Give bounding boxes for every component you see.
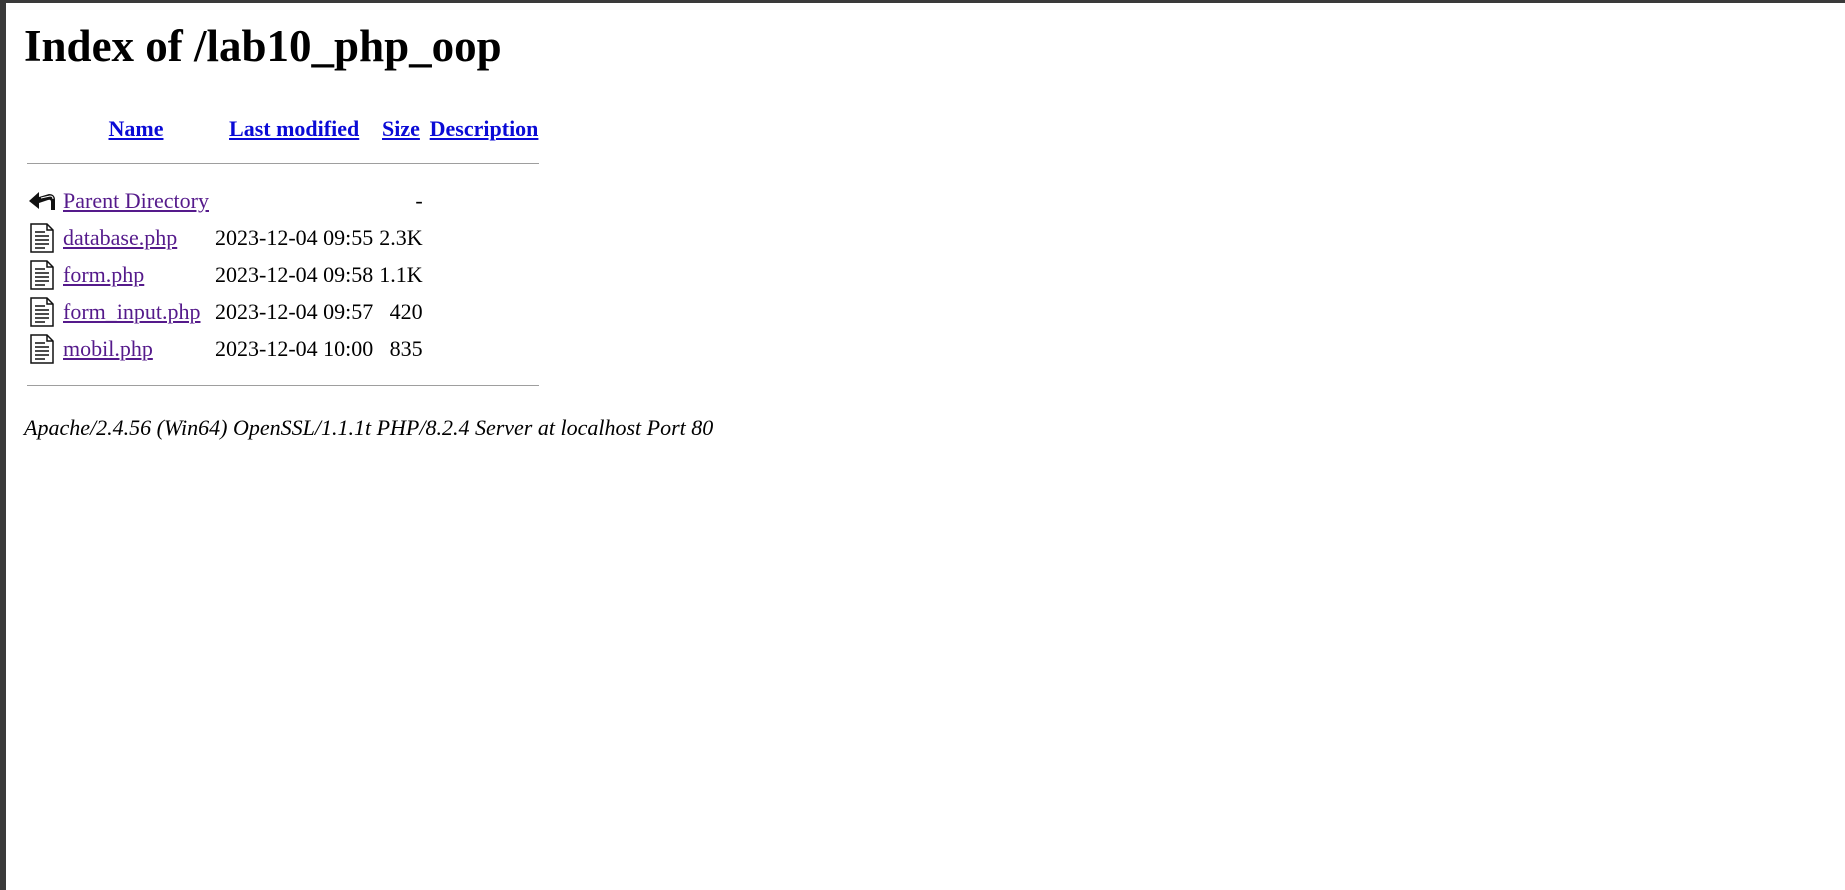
document-icon (27, 296, 57, 327)
document-icon (27, 222, 57, 253)
parent-directory-link[interactable]: Parent Directory (63, 188, 209, 213)
name-header: Name (62, 114, 210, 144)
header-divider (27, 163, 540, 164)
icon-header (26, 114, 58, 144)
directory-listing-page: Index of /lab10_php_oop Name Last modifi… (24, 17, 713, 441)
file-link[interactable]: form_input.php (63, 299, 201, 324)
size-header: Size (378, 114, 423, 144)
browser-viewport: Index of /lab10_php_oop Name Last modifi… (0, 0, 1845, 890)
sort-by-description-link[interactable]: Description (430, 116, 539, 141)
file-link[interactable]: form.php (63, 262, 144, 287)
file-link[interactable]: mobil.php (63, 336, 153, 361)
file-link[interactable]: database.php (63, 225, 177, 250)
server-signature: Apache/2.4.56 (Win64) OpenSSL/1.1.1t PHP… (24, 415, 714, 440)
last-modified-header: Last modified (214, 114, 374, 144)
file-size: 1.1K (379, 261, 423, 287)
file-listing-table: Name Last modified Size Description Pare… (22, 112, 544, 405)
file-row: form.php 2023-12-04 09:58 1.1K (26, 257, 540, 292)
file-row: mobil.php 2023-12-04 10:00 835 (26, 331, 540, 366)
file-size: 2.3K (379, 224, 423, 250)
file-description (428, 294, 541, 329)
file-last-modified: 2023-12-04 10:00 (215, 335, 374, 361)
document-icon (27, 259, 57, 290)
parent-directory-row: Parent Directory - (26, 183, 540, 218)
file-last-modified: 2023-12-04 09:55 (215, 224, 374, 250)
footer-separator-row (26, 368, 540, 403)
file-size: 420 (389, 298, 423, 324)
parent-directory-size: - (415, 187, 423, 213)
description-header: Description (428, 114, 541, 144)
file-last-modified: 2023-12-04 09:57 (215, 298, 374, 324)
file-last-modified: 2023-12-04 09:58 (215, 261, 374, 287)
sort-by-size-link[interactable]: Size (382, 116, 420, 141)
file-row: form_input.php 2023-12-04 09:57 420 (26, 294, 540, 329)
footer-divider (27, 385, 540, 386)
sort-by-name-link[interactable]: Name (109, 116, 164, 141)
header-separator-row (26, 146, 540, 181)
table-header-row: Name Last modified Size Description (26, 114, 540, 144)
file-row: database.php 2023-12-04 09:55 2.3K (26, 220, 540, 255)
page-title: Index of /lab10_php_oop (24, 21, 502, 71)
sort-by-last-modified-link[interactable]: Last modified (229, 116, 359, 141)
file-description (428, 220, 541, 255)
back-arrow-icon (27, 186, 57, 216)
file-description (428, 331, 541, 366)
file-size: 835 (389, 335, 423, 361)
document-icon (27, 333, 57, 364)
file-description (428, 257, 541, 292)
